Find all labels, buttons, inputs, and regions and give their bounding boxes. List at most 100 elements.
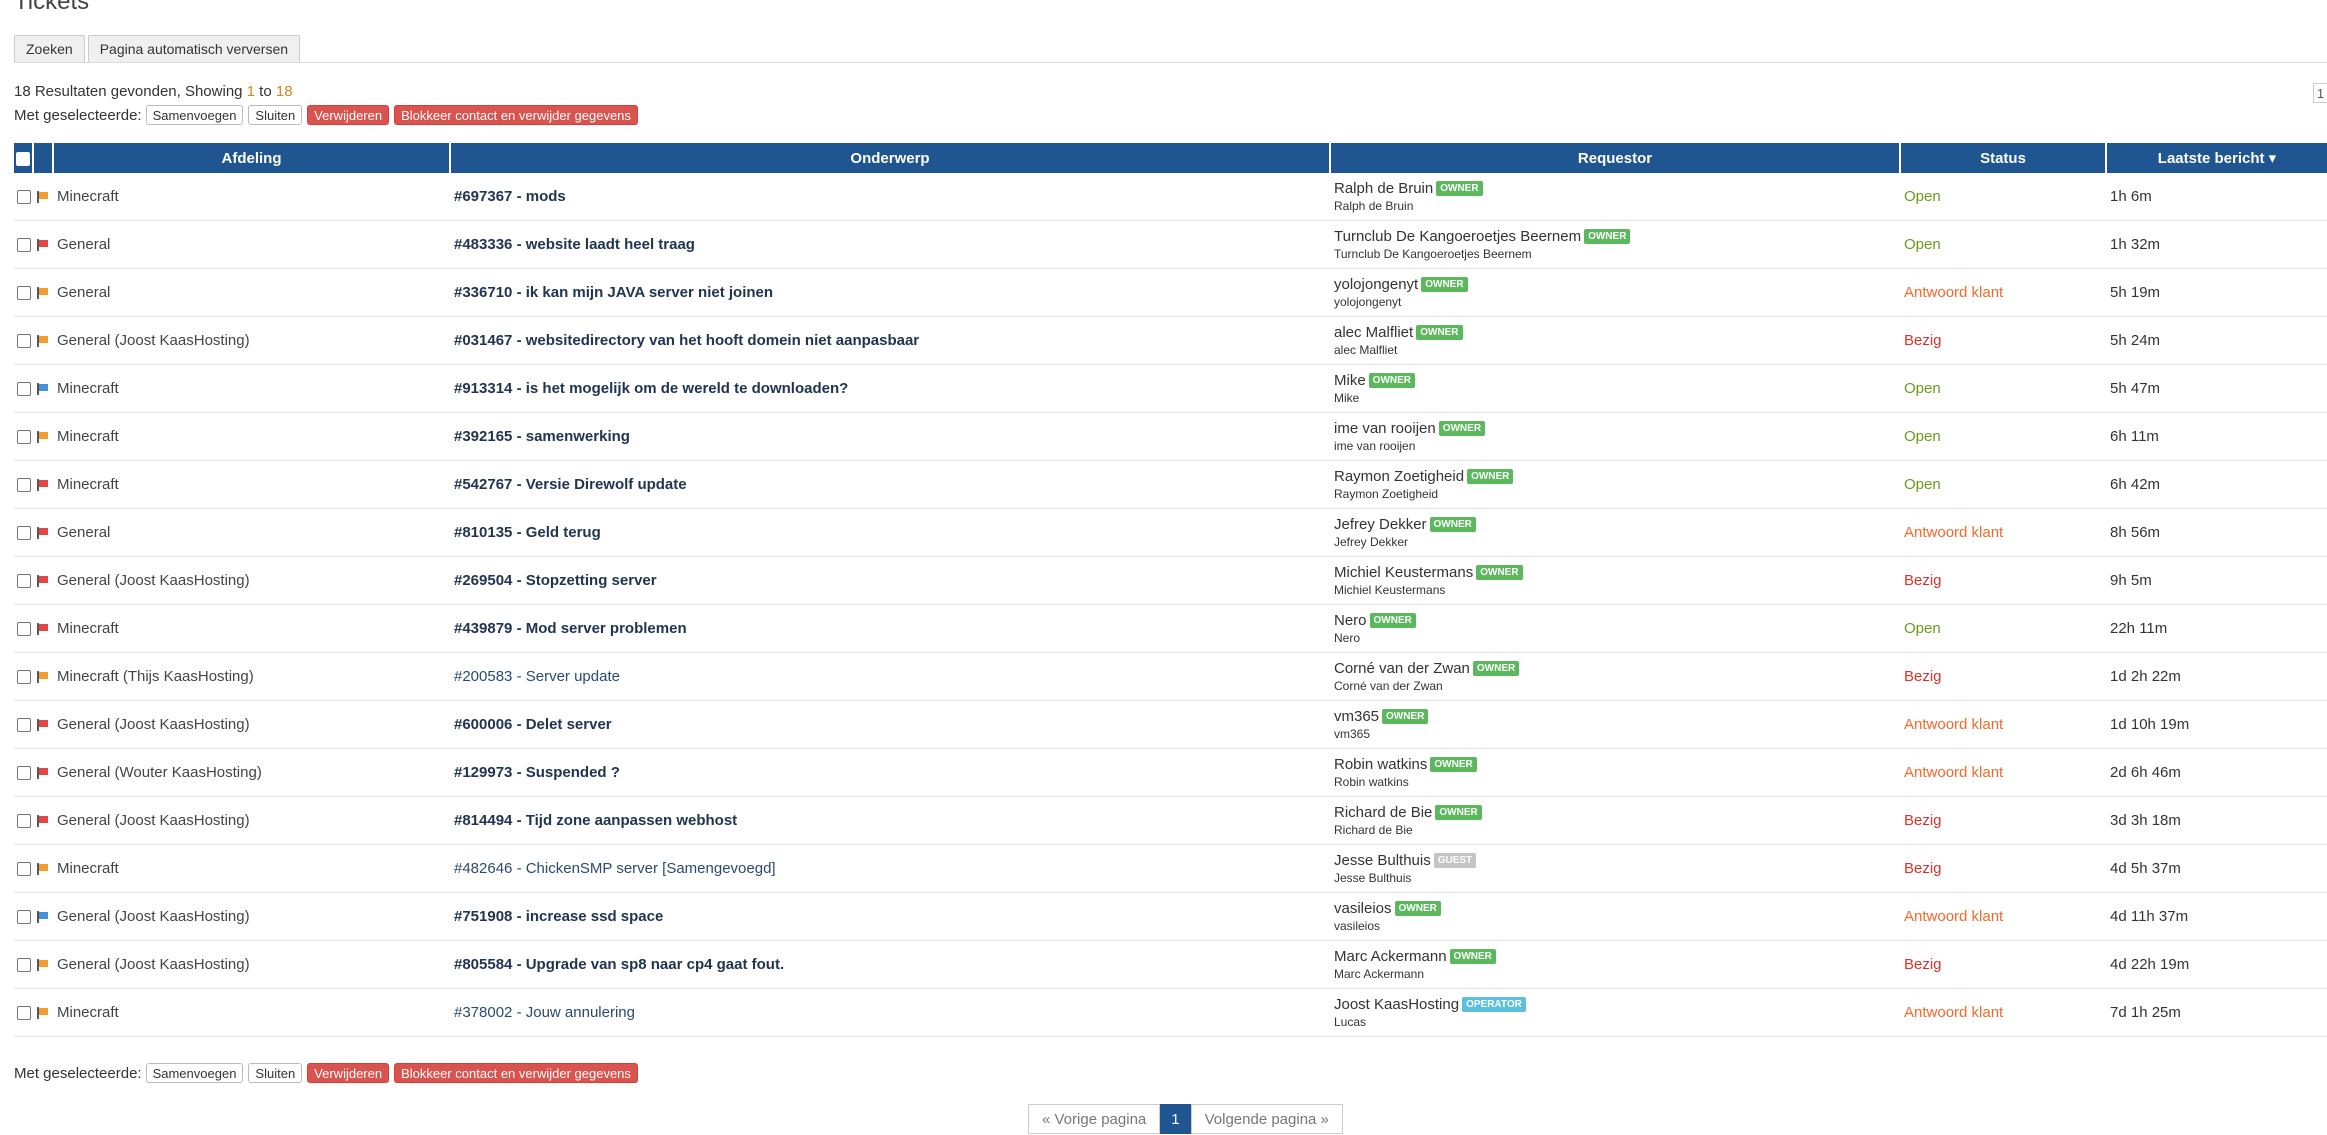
merge-button[interactable]: Samenvoegen [145,105,244,125]
close-button[interactable]: Sluiten [248,105,303,125]
row-checkbox[interactable] [17,670,31,685]
table-row[interactable]: General (Joost KaasHosting) #600006 - Del… [14,701,2327,749]
table-row[interactable]: General (Joost KaasHosting) #751908 - inc… [14,893,2327,941]
requestor-contact[interactable]: Robin watkins [1334,774,1898,790]
requestor-contact[interactable]: alec Malfliet [1334,342,1898,358]
row-select-cell[interactable] [14,461,34,509]
row-select-cell[interactable] [14,509,34,557]
requestor-name[interactable]: alec Malfliet [1334,324,1413,341]
table-row[interactable]: Minecraft #378002 - Jouw annulering Joost … [14,989,2327,1037]
table-row[interactable]: Minecraft #697367 - mods Ralph de Bruin OWN… [14,173,2327,221]
requestor-contact[interactable]: yolojongenyt [1334,294,1898,310]
requestor-contact[interactable]: vasileios [1334,918,1898,934]
requestor-name[interactable]: Corné van der Zwan [1334,660,1470,677]
requestor-contact[interactable]: Turnclub De Kangoeroetjes Beernem [1334,246,1898,262]
row-checkbox[interactable] [17,814,31,829]
top-page-indicator[interactable]: 1 [2313,83,2327,103]
requestor-name[interactable]: Richard de Bie [1334,804,1432,821]
requestor-name[interactable]: yolojongenyt [1334,276,1418,293]
requestor-name[interactable]: Jefrey Dekker [1334,516,1427,533]
row-select-cell[interactable] [14,989,34,1037]
ticket-subject-link[interactable]: #810135 - Geld terug [454,524,601,541]
row-checkbox[interactable] [17,910,31,925]
ticket-subject-link[interactable]: #482646 - ChickenSMP server [Samengevoeg… [454,860,776,877]
requestor-name[interactable]: Marc Ackermann [1334,948,1447,965]
requestor-name[interactable]: vm365 [1334,708,1379,725]
select-all-checkbox[interactable] [16,151,30,166]
row-select-cell[interactable] [14,797,34,845]
requestor-name[interactable]: Turnclub De Kangoeroetjes Beernem [1334,228,1581,245]
close-button[interactable]: Sluiten [248,1063,303,1083]
table-row[interactable]: General #810135 - Geld terug Jefrey Dekker… [14,509,2327,557]
ticket-subject-link[interactable]: #392165 - samenwerking [454,428,630,445]
requestor-name[interactable]: Jesse Bulthuis [1334,852,1431,869]
requestor-name[interactable]: Raymon Zoetigheid [1334,468,1464,485]
row-checkbox[interactable] [17,334,31,349]
row-select-cell[interactable] [14,605,34,653]
ticket-subject-link[interactable]: #129973 - Suspended ? [454,764,620,781]
block-delete-button[interactable]: Blokkeer contact en verwijder gegevens [394,105,638,125]
row-checkbox[interactable] [17,1006,31,1021]
delete-button[interactable]: Verwijderen [307,1063,390,1083]
ticket-subject-link[interactable]: #031467 - websitedirectory van het hooft… [454,332,919,349]
requestor-contact[interactable]: Marc Ackermann [1334,966,1898,982]
ticket-subject-link[interactable]: #814494 - Tijd zone aanpassen webhost [454,812,737,829]
ticket-subject-link[interactable]: #269504 - Stopzetting server [454,572,657,589]
table-row[interactable]: General (Joost KaasHosting) #269504 - Sto… [14,557,2327,605]
row-checkbox[interactable] [17,958,31,973]
row-select-cell[interactable] [14,413,34,461]
ticket-subject-link[interactable]: #336710 - ik kan mijn JAVA server niet j… [454,284,773,301]
requestor-contact[interactable]: Jesse Bulthuis [1334,870,1898,886]
ticket-subject-link[interactable]: #697367 - mods [454,188,566,205]
row-select-cell[interactable] [14,893,34,941]
row-select-cell[interactable] [14,557,34,605]
requestor-name[interactable]: Robin watkins [1334,756,1427,773]
row-select-cell[interactable] [14,365,34,413]
requestor-contact[interactable]: Corné van der Zwan [1334,678,1898,694]
ticket-subject-link[interactable]: #378002 - Jouw annulering [454,1004,635,1021]
row-checkbox[interactable] [17,574,31,589]
tab-search[interactable]: Zoeken [14,35,85,62]
block-delete-button[interactable]: Blokkeer contact en verwijder gegevens [394,1063,638,1083]
requestor-contact[interactable]: Jefrey Dekker [1334,534,1898,550]
requestor-name[interactable]: Ralph de Bruin [1334,180,1433,197]
requestor-contact[interactable]: Ralph de Bruin [1334,198,1898,214]
table-row[interactable]: General (Joost KaasHosting) #031467 - web… [14,317,2327,365]
ticket-subject-link[interactable]: #805584 - Upgrade van sp8 naar cp4 gaat … [454,956,784,973]
ticket-subject-link[interactable]: #200583 - Server update [454,668,620,685]
table-row[interactable]: Minecraft #482646 - ChickenSMP server [Sa… [14,845,2327,893]
table-row[interactable]: General (Joost KaasHosting) #805584 - Upg… [14,941,2327,989]
requestor-contact[interactable]: Raymon Zoetigheid [1334,486,1898,502]
row-select-cell[interactable] [14,701,34,749]
requestor-contact[interactable]: vm365 [1334,726,1898,742]
row-select-cell[interactable] [14,749,34,797]
row-checkbox[interactable] [17,190,31,205]
ticket-subject-link[interactable]: #542767 - Versie Direwolf update [454,476,687,493]
row-checkbox[interactable] [17,382,31,397]
row-select-cell[interactable] [14,221,34,269]
requestor-name[interactable]: Nero [1334,612,1367,629]
table-row[interactable]: Minecraft #439879 - Mod server problemen N… [14,605,2327,653]
ticket-subject-link[interactable]: #439879 - Mod server problemen [454,620,687,637]
header-status[interactable]: Status [1901,143,2107,173]
ticket-subject-link[interactable]: #483336 - website laadt heel traag [454,236,695,253]
table-row[interactable]: General (Wouter KaasHosting) #129973 - Su… [14,749,2327,797]
header-subject[interactable]: Onderwerp [451,143,1331,173]
prev-page-button[interactable]: « Vorige pagina [1028,1104,1161,1134]
row-checkbox[interactable] [17,430,31,445]
row-checkbox[interactable] [17,238,31,253]
row-checkbox[interactable] [17,766,31,781]
row-checkbox[interactable] [17,622,31,637]
requestor-contact[interactable]: Richard de Bie [1334,822,1898,838]
table-row[interactable]: Minecraft (Thijs KaasHosting) #200583 - S… [14,653,2327,701]
row-checkbox[interactable] [17,526,31,541]
requestor-contact[interactable]: Lucas [1334,1014,1898,1030]
header-department[interactable]: Afdeling [54,143,451,173]
row-checkbox[interactable] [17,478,31,493]
select-all-header[interactable] [14,143,34,173]
row-select-cell[interactable] [14,941,34,989]
row-checkbox[interactable] [17,286,31,301]
row-select-cell[interactable] [14,845,34,893]
next-page-button[interactable]: Volgende pagina » [1190,1104,1343,1134]
table-row[interactable]: General #336710 - ik kan mijn JAVA server… [14,269,2327,317]
